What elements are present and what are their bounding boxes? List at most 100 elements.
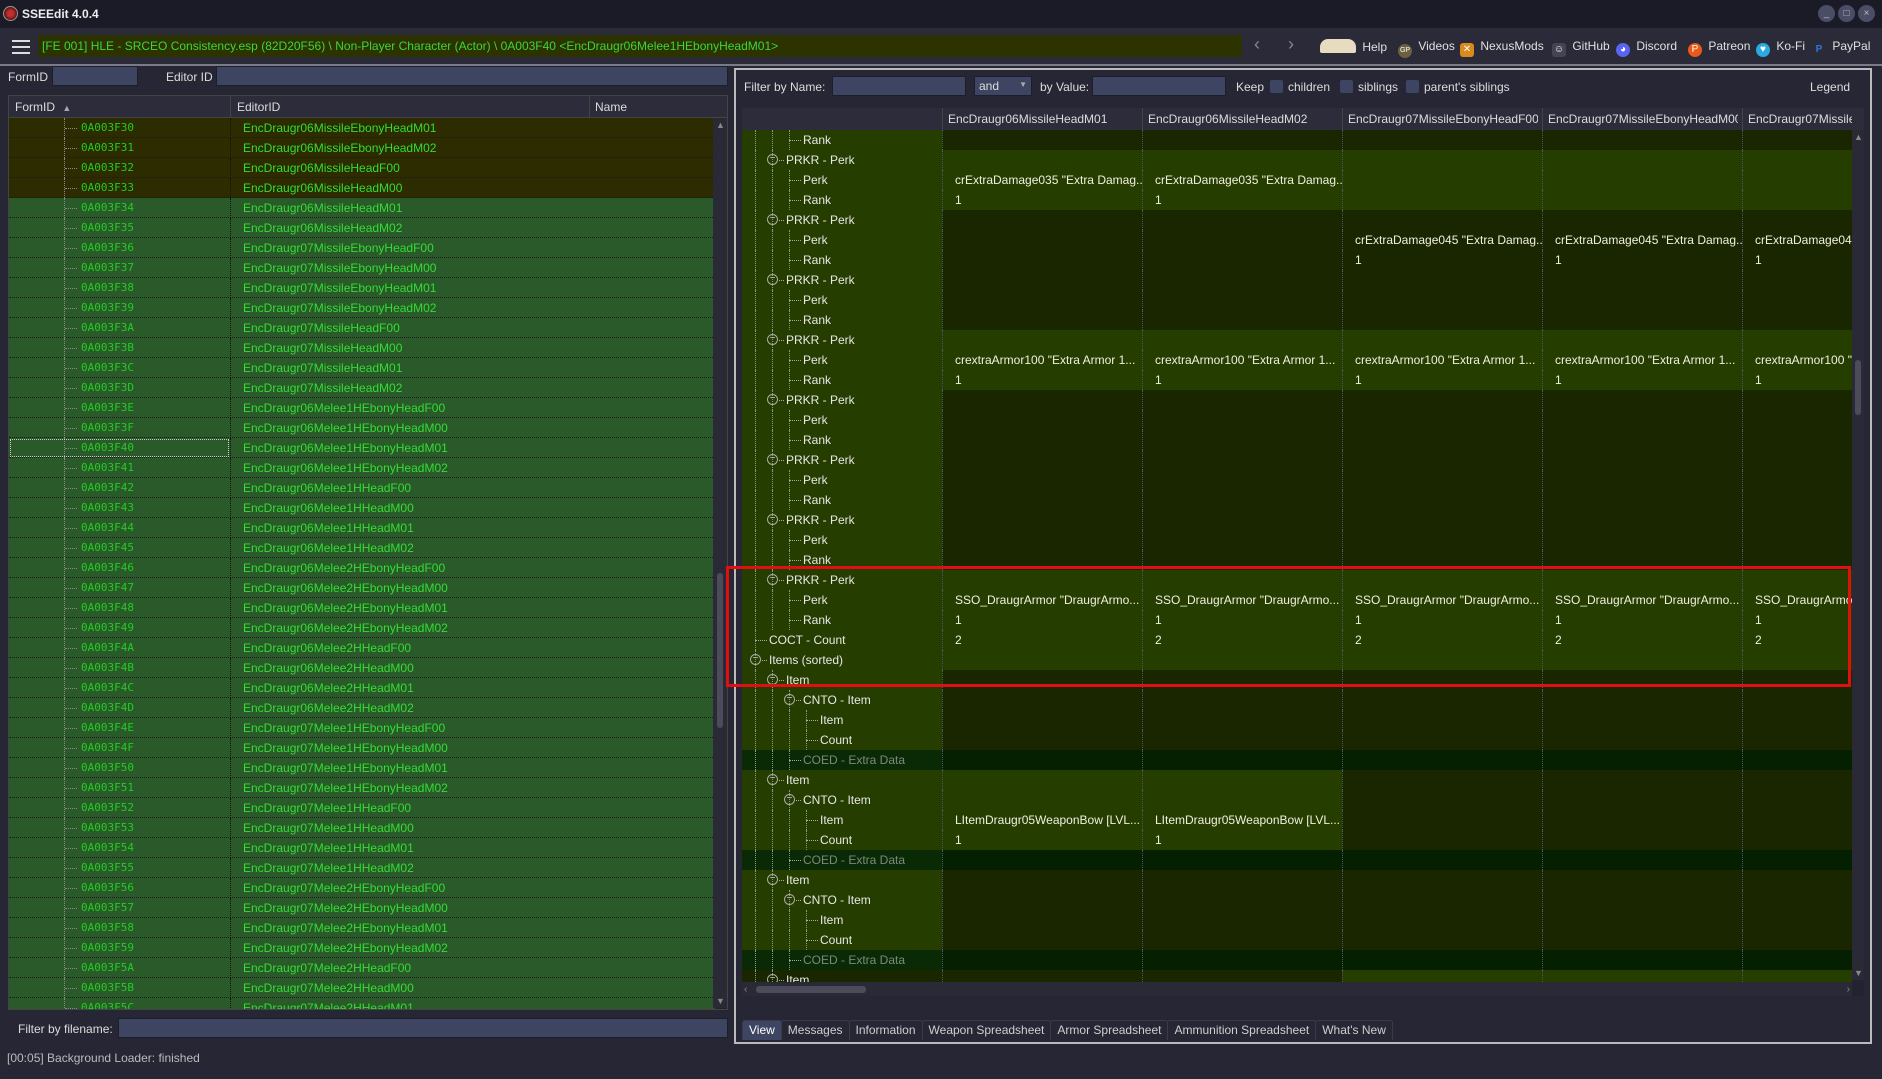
record-row[interactable]: 0A003F3A EncDraugr07MissileHeadF00 — [9, 318, 715, 338]
forward-arrow-icon[interactable]: › — [1288, 34, 1294, 55]
value-cell[interactable] — [942, 690, 1142, 710]
value-cell[interactable]: crextraArmor100 "Extra Armor 1... — [1542, 350, 1742, 370]
grid-row[interactable]: − CNTO - Item — [742, 690, 1852, 710]
value-cell[interactable] — [1742, 810, 1852, 830]
grid-row[interactable]: COCT - Count 2 2 2 2 2 — [742, 630, 1852, 650]
value-cell[interactable] — [1542, 290, 1742, 310]
value-cell[interactable] — [942, 710, 1142, 730]
value-cell[interactable] — [1142, 690, 1342, 710]
grid-row[interactable]: Count 1 1 — [742, 830, 1852, 850]
keep-parents-siblings-checkbox[interactable] — [1406, 80, 1419, 93]
value-cell[interactable] — [942, 530, 1142, 550]
field-label-cell[interactable]: Item — [742, 910, 942, 930]
grid-row[interactable]: Perk crExtraDamage045 "Extra Damag... crEx… — [742, 230, 1852, 250]
value-cell[interactable] — [1742, 870, 1852, 890]
grid-column-header[interactable]: EncDraugr07MissileEbonyHeadF00 — [1348, 112, 1538, 126]
kofi-link[interactable]: ♥ Ko-Fi — [1756, 39, 1805, 57]
legend-button[interactable]: Legend — [1810, 80, 1850, 94]
value-cell[interactable]: crextraArmor100 "Extra Armor 1... — [942, 350, 1142, 370]
field-label-cell[interactable]: − PRKR - Perk — [742, 450, 942, 470]
value-cell[interactable] — [1342, 410, 1542, 430]
field-label-cell[interactable]: Perk — [742, 590, 942, 610]
value-cell[interactable] — [942, 310, 1142, 330]
field-label-cell[interactable]: Rank — [742, 130, 942, 150]
value-cell[interactable] — [1742, 150, 1852, 170]
value-cell[interactable] — [1742, 190, 1852, 210]
grid-column-header[interactable]: EncDraugr06MissileHeadM02 — [1148, 112, 1338, 126]
collapse-icon[interactable]: − — [767, 154, 778, 165]
value-cell[interactable] — [1142, 750, 1342, 770]
grid-row[interactable]: − PRKR - Perk — [742, 150, 1852, 170]
grid-horizontal-scrollbar[interactable]: ‹ › — [742, 982, 1852, 996]
grid-row[interactable]: Perk crextraArmor100 "Extra Armor 1... cre… — [742, 350, 1852, 370]
value-cell[interactable] — [1542, 910, 1742, 930]
record-row[interactable]: 0A003F55 EncDraugr07Melee1HHeadM02 — [9, 858, 715, 878]
value-cell[interactable] — [942, 430, 1142, 450]
tab-what-s-new[interactable]: What's New — [1315, 1020, 1393, 1040]
grid-row[interactable]: Item — [742, 710, 1852, 730]
value-cell[interactable] — [1342, 770, 1542, 790]
value-cell[interactable] — [942, 790, 1142, 810]
field-label-cell[interactable]: Perk — [742, 410, 942, 430]
value-cell[interactable]: 2 — [1542, 630, 1742, 650]
value-cell[interactable] — [1342, 530, 1542, 550]
field-label-cell[interactable]: − Item — [742, 670, 942, 690]
value-cell[interactable] — [1142, 930, 1342, 950]
record-row[interactable]: 0A003F3D EncDraugr07MissileHeadM02 — [9, 378, 715, 398]
grid-row[interactable]: Rank — [742, 130, 1852, 150]
field-label-cell[interactable]: − PRKR - Perk — [742, 330, 942, 350]
value-cell[interactable] — [1742, 750, 1852, 770]
value-cell[interactable] — [1742, 910, 1852, 930]
record-row[interactable]: 0A003F3E EncDraugr06Melee1HEbonyHeadF00 — [9, 398, 715, 418]
value-cell[interactable] — [942, 270, 1142, 290]
value-cell[interactable] — [1542, 150, 1742, 170]
field-label-cell[interactable]: COED - Extra Data — [742, 950, 942, 970]
grid-row[interactable]: − PRKR - Perk — [742, 390, 1852, 410]
value-cell[interactable] — [942, 670, 1142, 690]
field-label-cell[interactable]: Rank — [742, 310, 942, 330]
grid-row[interactable]: − PRKR - Perk — [742, 210, 1852, 230]
value-cell[interactable] — [1142, 850, 1342, 870]
value-cell[interactable]: 1 — [942, 830, 1142, 850]
record-row[interactable]: 0A003F35 EncDraugr06MissileHeadM02 — [9, 218, 715, 238]
value-cell[interactable] — [1342, 890, 1542, 910]
value-cell[interactable] — [1542, 530, 1742, 550]
value-cell[interactable] — [942, 390, 1142, 410]
value-cell[interactable] — [1542, 830, 1742, 850]
value-cell[interactable] — [1542, 410, 1742, 430]
value-cell[interactable]: 1 — [1542, 250, 1742, 270]
value-cell[interactable] — [1342, 310, 1542, 330]
record-row[interactable]: 0A003F4A EncDraugr06Melee2HHeadF00 — [9, 638, 715, 658]
field-label-cell[interactable]: Rank — [742, 610, 942, 630]
record-row[interactable]: 0A003F3B EncDraugr07MissileHeadM00 — [9, 338, 715, 358]
value-cell[interactable]: 2 — [1142, 630, 1342, 650]
value-cell[interactable] — [1742, 310, 1852, 330]
collapse-icon[interactable]: − — [767, 394, 778, 405]
grid-row[interactable]: Item — [742, 910, 1852, 930]
record-row[interactable]: 0A003F4F EncDraugr07Melee1HEbonyHeadM00 — [9, 738, 715, 758]
record-row[interactable]: 0A003F37 EncDraugr07MissileEbonyHeadM00 — [9, 258, 715, 278]
grid-row[interactable]: Item LItemDraugr05WeaponBow [LVL... LItemD… — [742, 810, 1852, 830]
record-row[interactable]: 0A003F44 EncDraugr06Melee1HHeadM01 — [9, 518, 715, 538]
grid-row[interactable]: Rank — [742, 310, 1852, 330]
grid-row[interactable]: Rank 1 1 1 1 1 — [742, 610, 1852, 630]
value-cell[interactable]: SSO_DraugrArmor "DraugrArmo... — [1542, 590, 1742, 610]
record-row[interactable]: 0A003F57 EncDraugr07Melee2HEbonyHeadM00 — [9, 898, 715, 918]
record-row[interactable]: 0A003F45 EncDraugr06Melee1HHeadM02 — [9, 538, 715, 558]
collapse-icon[interactable]: − — [784, 894, 795, 905]
scroll-left-icon[interactable]: ‹ — [744, 984, 747, 995]
value-cell[interactable] — [942, 850, 1142, 870]
grid-vertical-scrollbar[interactable]: ▲ ▼ — [1852, 130, 1864, 980]
field-label-cell[interactable]: COED - Extra Data — [742, 850, 942, 870]
grid-column-header[interactable]: EncDraugr06MissileHeadM01 — [948, 112, 1138, 126]
value-cell[interactable] — [942, 210, 1142, 230]
value-cell[interactable] — [1142, 510, 1342, 530]
value-cell[interactable] — [1742, 270, 1852, 290]
value-cell[interactable] — [1742, 890, 1852, 910]
filter-name-input[interactable] — [832, 76, 966, 96]
grid-row[interactable]: Perk SSO_DraugrArmor "DraugrArmo... SSO_Dr… — [742, 590, 1852, 610]
value-cell[interactable] — [1342, 190, 1542, 210]
value-cell[interactable] — [1542, 730, 1742, 750]
record-row[interactable]: 0A003F58 EncDraugr07Melee2HEbonyHeadM01 — [9, 918, 715, 938]
column-divider[interactable] — [942, 108, 943, 130]
